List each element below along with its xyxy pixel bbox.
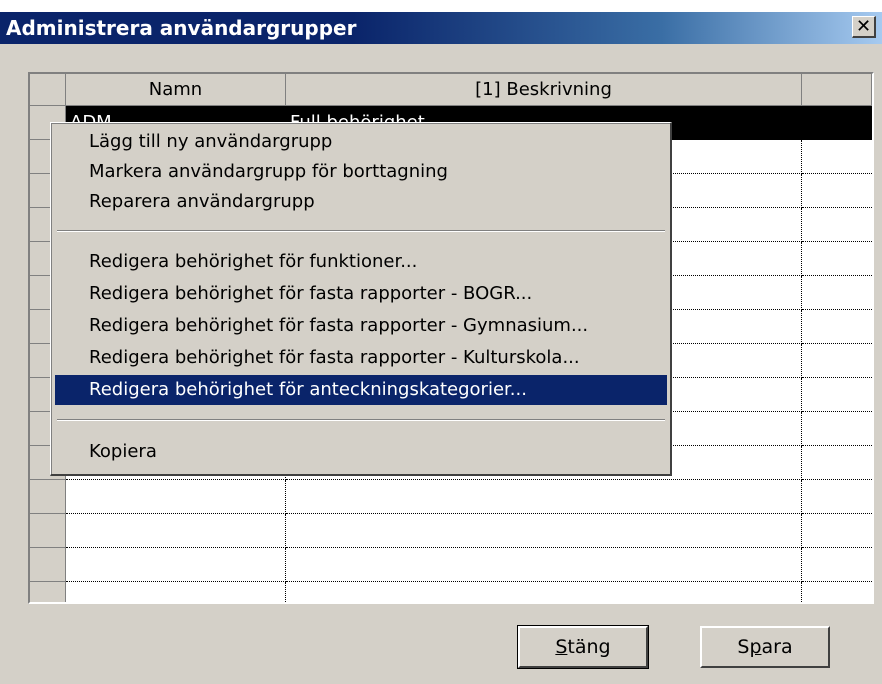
cell-description[interactable] [286,548,802,582]
close-button-label: täng [567,636,611,658]
menu-item-add-group[interactable]: Lägg till ny användargrupp [55,127,667,157]
save-button-label-end: ara [761,636,793,658]
menu-item-edit-reports-gymnasium[interactable]: Redigera behörighet för fasta rapporter … [55,311,667,341]
close-icon: ✕ [855,16,872,37]
row-selector[interactable] [30,582,66,602]
menu-item-repair-group[interactable]: Reparera användargrupp [55,187,667,217]
save-button[interactable]: Spara [700,626,830,668]
cell-extra[interactable] [802,582,872,602]
cell-extra[interactable] [802,412,872,446]
menu-separator [57,419,665,421]
save-button-label-start: S [737,636,750,658]
cell-extra[interactable] [802,276,872,310]
cell-extra[interactable] [802,446,872,480]
cell-extra[interactable] [802,514,872,548]
column-header-name[interactable]: Namn [66,74,286,106]
row-selector[interactable] [30,548,66,582]
menu-item-copy[interactable]: Kopiera [55,437,667,467]
window-title: Administrera användargrupper [6,16,357,40]
cell-description[interactable] [286,480,802,514]
cell-extra[interactable] [802,344,872,378]
title-bar-caption: Administrera användargrupper [0,12,882,44]
cell-name[interactable] [66,480,286,514]
close-button[interactable]: Stäng [517,625,649,669]
close-window-button[interactable]: ✕ [852,16,876,38]
menu-item-mark-delete[interactable]: Markera användargrupp för borttagning [55,157,667,187]
cell-description[interactable] [286,582,802,602]
cell-extra[interactable] [802,140,872,174]
cell-extra[interactable] [802,174,872,208]
cell-extra[interactable] [802,106,872,140]
column-header-description[interactable]: [1] Beskrivning [286,74,802,106]
cell-extra[interactable] [802,242,872,276]
context-menu: Lägg till ny användargrupp Markera använ… [50,122,672,476]
cell-name[interactable] [66,548,286,582]
cell-extra[interactable] [802,548,872,582]
cell-name[interactable] [66,514,286,548]
grid-corner-header [30,74,66,106]
row-selector[interactable] [30,480,66,514]
cell-extra[interactable] [802,208,872,242]
cell-extra[interactable] [802,310,872,344]
menu-item-edit-reports-kulturskola[interactable]: Redigera behörighet för fasta rapporter … [55,343,667,373]
cell-name[interactable] [66,582,286,602]
column-header-extra[interactable] [802,74,872,106]
menu-separator [57,230,665,232]
close-button-hotkey: S [555,636,568,658]
menu-item-edit-note-categories[interactable]: Redigera behörighet för anteckningskateg… [55,375,667,405]
cell-extra[interactable] [802,378,872,412]
menu-item-edit-functions[interactable]: Redigera behörighet för funktioner... [55,247,667,277]
title-bar: Administrera användargrupper ✕ [0,0,882,44]
cell-extra[interactable] [802,480,872,514]
save-button-hotkey: p [749,636,762,658]
cell-description[interactable] [286,514,802,548]
row-selector[interactable] [30,514,66,548]
menu-item-edit-reports-bogr[interactable]: Redigera behörighet för fasta rapporter … [55,279,667,309]
